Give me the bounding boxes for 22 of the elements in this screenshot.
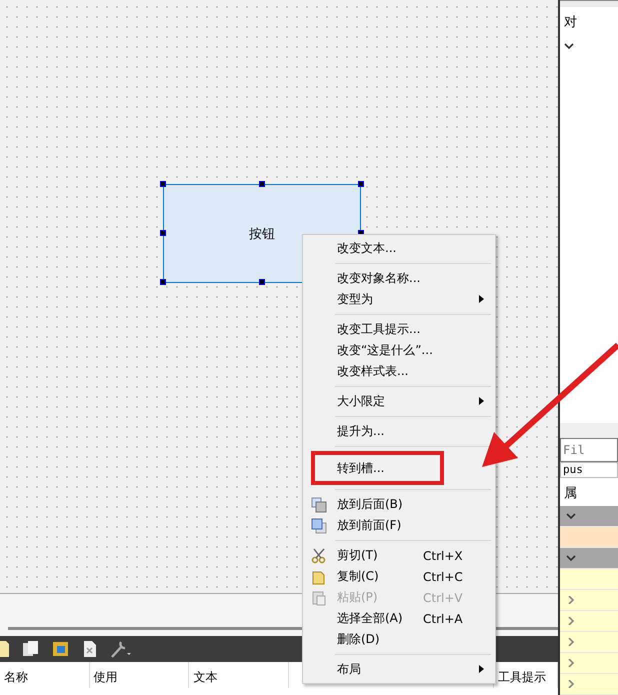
menu-item[interactable]: 剪切(T) Ctrl+X: [305, 545, 493, 566]
menu-item[interactable]: 改变样式表...: [305, 361, 493, 382]
menu-item[interactable]: 变型为: [305, 289, 493, 310]
menu-item[interactable]: 删除(D): [305, 629, 493, 650]
menu-item[interactable]: 大小限定: [305, 391, 493, 412]
column-header[interactable]: 名称: [4, 670, 28, 684]
panel-title: 属: [563, 485, 578, 503]
menu-item[interactable]: 选择全部(A) Ctrl+A: [305, 608, 493, 629]
menu-item[interactable]: 放到后面(B): [305, 494, 493, 515]
column-header[interactable]: 工具提示: [498, 670, 546, 684]
panel-title: 对: [563, 14, 578, 32]
menu-item[interactable]: 提升为...: [305, 421, 493, 442]
menu-item[interactable]: 转到槽...: [311, 451, 444, 485]
menu-item[interactable]: 改变工具提示...: [305, 319, 493, 340]
column-header[interactable]: 使用: [94, 670, 118, 684]
menu-item[interactable]: 放到前面(F): [305, 515, 493, 536]
menu-item[interactable]: 复制(C) Ctrl+C: [305, 566, 493, 587]
menu-item[interactable]: 布局: [305, 659, 493, 680]
menu-item[interactable]: 改变“这是什么”...: [305, 340, 493, 361]
column-header[interactable]: 文本: [193, 670, 218, 684]
filter-field[interactable]: Fil: [560, 438, 618, 462]
object-name-field: pus: [560, 462, 618, 478]
